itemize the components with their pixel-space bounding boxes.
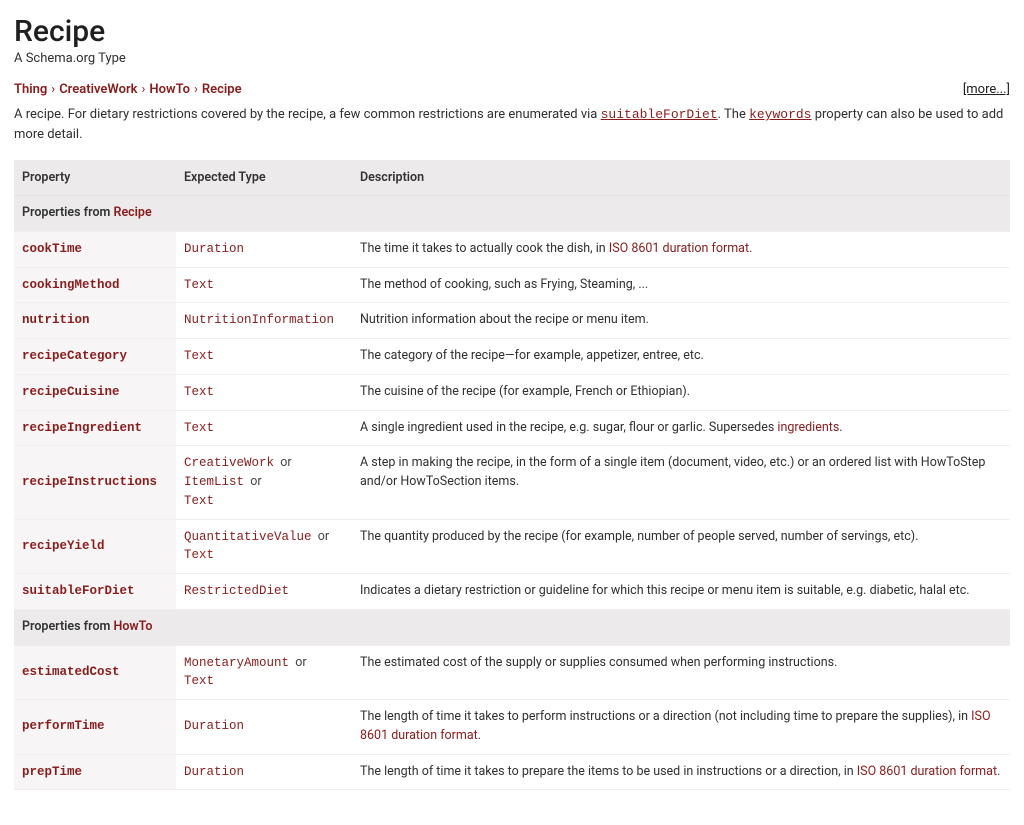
description-cell: The length of time it takes to prepare t… (352, 754, 1010, 790)
description-cell: A step in making the recipe, in the form… (352, 446, 1010, 519)
type-link[interactable]: QuantitativeValue (184, 530, 312, 544)
description-cell: The estimated cost of the supply or supp… (352, 645, 1010, 700)
property-link[interactable]: suitableForDiet (22, 584, 135, 598)
expected-type-cell: RestrictedDiet (176, 574, 352, 610)
table-row: nutrition NutritionInformation Nutrition i… (14, 303, 1010, 339)
inline-link[interactable]: ingredients (777, 420, 839, 435)
expected-type-cell: CreativeWork orItemList orText (176, 446, 352, 519)
property-link[interactable]: recipeCategory (22, 349, 127, 363)
property-link[interactable]: estimatedCost (22, 665, 120, 679)
type-link[interactable]: NutritionInformation (184, 313, 334, 327)
expected-type-cell: Duration (176, 231, 352, 267)
table-row: recipeIngredient Text A single ingredient … (14, 410, 1010, 446)
property-link[interactable]: performTime (22, 719, 105, 733)
property-link[interactable]: nutrition (22, 313, 90, 327)
table-row: estimatedCost MonetaryAmount orTextThe es… (14, 645, 1010, 700)
properties-table: Property Expected Type Description Prope… (14, 160, 1010, 790)
property-link[interactable]: recipeCuisine (22, 385, 120, 399)
property-link[interactable]: cookTime (22, 242, 82, 256)
description-cell: The time it takes to actually cook the d… (352, 231, 1010, 267)
type-link[interactable]: Text (184, 349, 214, 363)
section-type-link[interactable]: HowTo (114, 619, 153, 634)
col-description: Description (352, 160, 1010, 196)
description-cell: Nutrition information about the recipe o… (352, 303, 1010, 339)
expected-type-cell: Text (176, 374, 352, 410)
section-header: Properties from HowTo (14, 609, 1010, 645)
expected-type-cell: Duration (176, 700, 352, 755)
type-description: A recipe. For dietary restrictions cover… (14, 105, 1010, 144)
type-link[interactable]: Text (184, 548, 214, 562)
property-link[interactable]: cookingMethod (22, 278, 120, 292)
desc-text-1: A recipe. For dietary restrictions cover… (14, 107, 601, 122)
page-subtitle: A Schema.org Type (14, 51, 1010, 66)
type-link[interactable]: ItemList (184, 475, 244, 489)
property-link[interactable]: prepTime (22, 765, 82, 779)
table-row: recipeCuisine Text The cuisine of the reci… (14, 374, 1010, 410)
type-link[interactable]: Text (184, 674, 214, 688)
table-row: recipeInstructions CreativeWork orItemLis… (14, 446, 1010, 519)
breadcrumb-link[interactable]: Recipe (202, 82, 242, 97)
expected-type-cell: Text (176, 267, 352, 303)
breadcrumb-link[interactable]: CreativeWork (59, 82, 137, 97)
description-cell: The length of time it takes to perform i… (352, 700, 1010, 755)
col-property: Property (14, 160, 176, 196)
expected-type-cell: QuantitativeValue orText (176, 519, 352, 574)
inline-link[interactable]: ISO 8601 duration format (609, 241, 749, 256)
description-cell: A single ingredient used in the recipe, … (352, 410, 1010, 446)
property-link[interactable]: recipeYield (22, 539, 105, 553)
table-row: prepTime Duration The length of time it ta… (14, 754, 1010, 790)
table-row: recipeCategory Text The category of the re… (14, 339, 1010, 375)
expected-type-cell: MonetaryAmount orText (176, 645, 352, 700)
table-row: suitableForDiet RestrictedDiet Indicates a… (14, 574, 1010, 610)
property-link[interactable]: recipeIngredient (22, 421, 142, 435)
type-link[interactable]: RestrictedDiet (184, 584, 289, 598)
section-header: Properties from Recipe (14, 196, 1010, 232)
table-row: cookTime Duration The time it takes to act… (14, 231, 1010, 267)
description-cell: The quantity produced by the recipe (for… (352, 519, 1010, 574)
suitablefordiet-link[interactable]: suitableForDiet (601, 107, 718, 122)
breadcrumb-link[interactable]: Thing (14, 82, 47, 97)
table-row: cookingMethod Text The method of cooking, … (14, 267, 1010, 303)
description-cell: Indicates a dietary restriction or guide… (352, 574, 1010, 610)
expected-type-cell: Text (176, 339, 352, 375)
description-cell: The category of the recipe—for example, … (352, 339, 1010, 375)
expected-type-cell: Text (176, 410, 352, 446)
description-cell: The cuisine of the recipe (for example, … (352, 374, 1010, 410)
type-link[interactable]: CreativeWork (184, 456, 274, 470)
type-link[interactable]: Text (184, 494, 214, 508)
expected-type-cell: Duration (176, 754, 352, 790)
type-link[interactable]: Text (184, 421, 214, 435)
desc-text-2: . The (718, 107, 749, 122)
type-link[interactable]: Text (184, 278, 214, 292)
type-link[interactable]: Duration (184, 719, 244, 733)
inline-link[interactable]: ISO 8601 duration format (857, 764, 997, 779)
more-link[interactable]: [more...] (963, 82, 1010, 97)
description-cell: The method of cooking, such as Frying, S… (352, 267, 1010, 303)
type-link[interactable]: Duration (184, 242, 244, 256)
breadcrumb-link[interactable]: HowTo (149, 82, 190, 97)
table-row: performTime Duration The length of time it… (14, 700, 1010, 755)
table-row: recipeYield QuantitativeValue orTextThe q… (14, 519, 1010, 574)
expected-type-cell: NutritionInformation (176, 303, 352, 339)
type-link[interactable]: MonetaryAmount (184, 656, 289, 670)
breadcrumb-separator: › (142, 82, 146, 97)
type-link[interactable]: Duration (184, 765, 244, 779)
breadcrumb-separator: › (194, 82, 198, 97)
type-link[interactable]: Text (184, 385, 214, 399)
page-title: Recipe (14, 14, 1010, 49)
keywords-link[interactable]: keywords (749, 107, 811, 122)
property-link[interactable]: recipeInstructions (22, 475, 157, 489)
breadcrumb: Thing›CreativeWork›HowTo›Recipe (14, 82, 242, 97)
section-type-link[interactable]: Recipe (114, 205, 152, 220)
breadcrumb-separator: › (51, 82, 55, 97)
col-expected-type: Expected Type (176, 160, 352, 196)
